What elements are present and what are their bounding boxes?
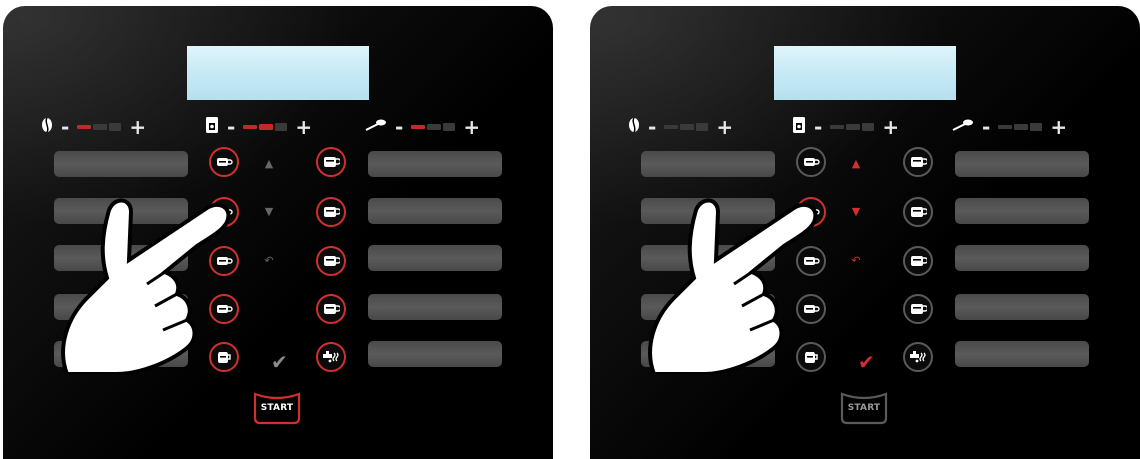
mug-icon: [324, 256, 340, 266]
mug-icon: [911, 304, 927, 314]
recipe-slot-right[interactable]: [955, 341, 1089, 367]
recipe-slot-right[interactable]: [955, 198, 1089, 224]
recipe-slot-right[interactable]: [368, 341, 502, 367]
recipe-slot-right[interactable]: [955, 245, 1089, 271]
strength-plus-button[interactable]: +: [716, 117, 733, 137]
milk-plus-button[interactable]: +: [463, 117, 480, 137]
back-arrow-icon[interactable]: ↶: [260, 252, 278, 268]
recipe-slot-right[interactable]: [368, 245, 502, 271]
milk-level-bar: [411, 123, 456, 131]
hand-pointer-icon: [648, 198, 818, 374]
cup-icon: [217, 158, 233, 166]
quantity-plus-button[interactable]: +: [882, 117, 899, 137]
milk-control: - +: [365, 116, 480, 138]
quantity-minus-button[interactable]: -: [814, 117, 822, 137]
recipe-slot-right[interactable]: [955, 294, 1089, 320]
mug-icon: [911, 207, 927, 217]
checkmark-icon[interactable]: ✔: [271, 352, 288, 372]
mug-button[interactable]: [903, 294, 933, 324]
coffee-panel-active: - + - + - + ▲ ▼ ↶ ✔ START: [3, 6, 553, 459]
recipe-slot-left[interactable]: [54, 151, 188, 177]
recipe-slot-right[interactable]: [368, 151, 502, 177]
milk-minus-button[interactable]: -: [395, 117, 403, 137]
milk-spoon-icon: [952, 118, 974, 136]
hot-water-button[interactable]: [903, 342, 933, 372]
milk-level-bar: [998, 123, 1043, 131]
quantity-level-bar: [243, 123, 288, 131]
coffee-bean-icon: [41, 117, 53, 137]
mug-button[interactable]: [316, 197, 346, 227]
mug-button[interactable]: [903, 147, 933, 177]
quantity-control: - +: [205, 116, 312, 138]
strength-plus-button[interactable]: +: [129, 117, 146, 137]
start-label: START: [260, 403, 294, 413]
recipe-slot-right[interactable]: [955, 151, 1089, 177]
water-tank-icon: [205, 116, 219, 138]
strength-control: - +: [41, 116, 146, 138]
milk-plus-button[interactable]: +: [1050, 117, 1067, 137]
recipe-slot-left[interactable]: [641, 151, 775, 177]
lcd-display: [774, 46, 956, 100]
cup-button[interactable]: [209, 147, 239, 177]
mug-icon: [324, 304, 340, 314]
strength-level-bar: [77, 123, 122, 131]
hot-water-icon: [323, 351, 339, 363]
recipe-slot-right[interactable]: [368, 198, 502, 224]
start-button[interactable]: START: [251, 390, 303, 426]
hot-water-icon: [910, 351, 926, 363]
strength-level-bar: [664, 123, 709, 131]
mug-icon: [911, 157, 927, 167]
mug-icon: [911, 256, 927, 266]
milk-minus-button[interactable]: -: [982, 117, 990, 137]
coffee-bean-icon: [628, 117, 640, 137]
milk-spoon-icon: [365, 118, 387, 136]
water-tank-icon: [792, 116, 806, 138]
lcd-display: [187, 46, 369, 100]
strength-minus-button[interactable]: -: [648, 117, 656, 137]
mug-button[interactable]: [316, 147, 346, 177]
mug-icon: [324, 207, 340, 217]
hand-pointer-icon: [61, 198, 231, 374]
quantity-level-bar: [830, 123, 875, 131]
triangle-up-icon[interactable]: ▲: [847, 155, 865, 171]
quantity-minus-button[interactable]: -: [227, 117, 235, 137]
checkmark-icon[interactable]: ✔: [858, 352, 875, 372]
triangle-down-icon[interactable]: ▼: [260, 203, 278, 219]
triangle-down-icon[interactable]: ▼: [847, 203, 865, 219]
back-arrow-icon[interactable]: ↶: [847, 252, 865, 268]
mug-button[interactable]: [316, 246, 346, 276]
recipe-slot-right[interactable]: [368, 294, 502, 320]
mug-icon: [324, 157, 340, 167]
mug-button[interactable]: [903, 197, 933, 227]
start-button[interactable]: START: [838, 390, 890, 426]
triangle-up-icon[interactable]: ▲: [260, 155, 278, 171]
strength-control: - +: [628, 116, 733, 138]
strength-minus-button[interactable]: -: [61, 117, 69, 137]
milk-control: - +: [952, 116, 1067, 138]
quantity-control: - +: [792, 116, 899, 138]
start-label: START: [847, 403, 881, 413]
cup-button[interactable]: [796, 147, 826, 177]
quantity-plus-button[interactable]: +: [295, 117, 312, 137]
mug-button[interactable]: [903, 246, 933, 276]
coffee-panel-navigation: - + - + - + ▲ ▼ ↶ ✔ START: [590, 6, 1140, 459]
cup-icon: [804, 158, 820, 166]
hot-water-button[interactable]: [316, 342, 346, 372]
mug-button[interactable]: [316, 294, 346, 324]
